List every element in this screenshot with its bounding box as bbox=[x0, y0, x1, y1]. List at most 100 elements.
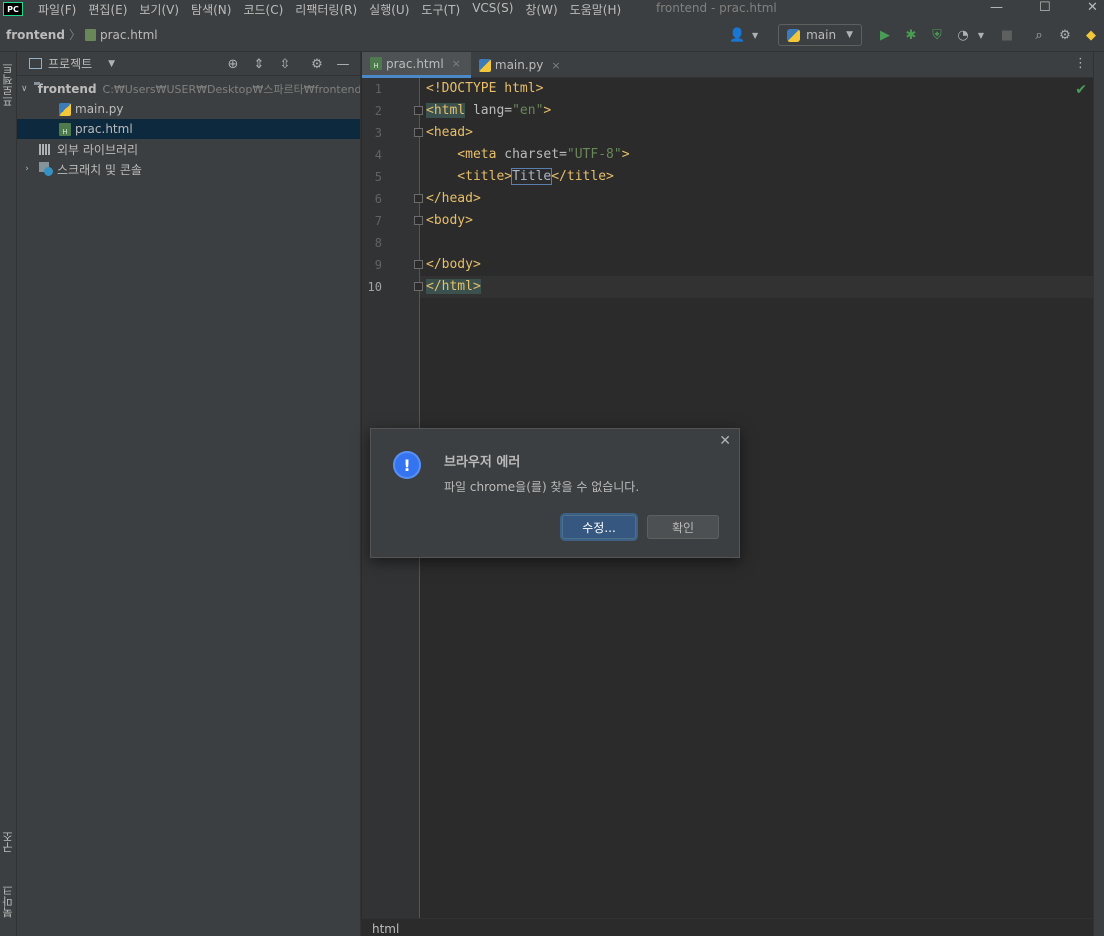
close-tab-icon[interactable]: × bbox=[551, 59, 560, 72]
ok-button[interactable]: 확인 bbox=[647, 515, 719, 539]
maximize-icon[interactable]: ☐ bbox=[1039, 0, 1051, 15]
stop-icon[interactable]: ■ bbox=[998, 26, 1016, 44]
code-token: "UTF-8" bbox=[566, 147, 622, 162]
project-view-icon bbox=[29, 58, 42, 69]
tree-item-label: prac.html bbox=[75, 122, 133, 136]
tree-item-label: 스크래치 및 콘솔 bbox=[57, 162, 142, 177]
expand-all-icon[interactable]: ⇕ bbox=[250, 55, 268, 73]
minimize-icon[interactable]: — bbox=[990, 0, 1003, 15]
tree-item-scratches[interactable]: › 스크래치 및 콘솔 bbox=[17, 159, 360, 179]
line-number: 8 bbox=[374, 236, 382, 250]
fold-marker-icon[interactable] bbox=[414, 128, 423, 137]
vcs-user-icon[interactable]: 👤 bbox=[728, 26, 746, 44]
code-token: <!DOCTYPE html> bbox=[426, 81, 544, 96]
code-token: <title> bbox=[426, 169, 513, 184]
editor-breadcrumb[interactable]: html bbox=[362, 918, 1093, 936]
tree-item-external-libraries[interactable]: 외부 라이브러리 bbox=[17, 139, 360, 159]
app-logo: PC bbox=[3, 2, 23, 16]
fold-marker-icon[interactable] bbox=[414, 282, 423, 291]
fold-marker-icon[interactable] bbox=[414, 106, 423, 115]
plugin-icon[interactable]: ◆ bbox=[1082, 26, 1100, 44]
menu-file[interactable]: 파일(F) bbox=[38, 1, 76, 18]
run-icon[interactable]: ▶ bbox=[876, 26, 894, 44]
code-token: "en" bbox=[512, 103, 544, 118]
menu-tools[interactable]: 도구(T) bbox=[421, 1, 460, 18]
tool-tab-bookmarks[interactable]: 북마크 bbox=[0, 882, 17, 922]
inspection-ok-icon[interactable]: ✔ bbox=[1075, 82, 1087, 98]
tab-label: main.py bbox=[494, 58, 544, 72]
code-line-1: <!DOCTYPE html> bbox=[426, 78, 543, 100]
html-file-icon: H bbox=[370, 57, 382, 70]
coverage-icon[interactable]: ⛨ bbox=[928, 26, 946, 44]
close-window-icon[interactable]: ✕ bbox=[1087, 0, 1098, 15]
more-run-dropdown-icon[interactable]: ▼ bbox=[972, 26, 990, 44]
tree-item-prac-html[interactable]: H prac.html bbox=[17, 119, 360, 139]
menu-code[interactable]: 코드(C) bbox=[243, 1, 283, 18]
breadcrumb-separator-icon: 〉 bbox=[68, 28, 81, 42]
tool-tab-project[interactable]: 프로젝트 bbox=[0, 60, 17, 110]
menu-run[interactable]: 실행(U) bbox=[369, 1, 409, 18]
code-token: <html bbox=[426, 103, 466, 118]
line-number: 1 bbox=[374, 82, 382, 96]
debug-icon[interactable]: ✱ bbox=[902, 26, 920, 44]
library-icon bbox=[39, 143, 53, 155]
menu-refactor[interactable]: 리팩터링(R) bbox=[295, 1, 357, 18]
current-line-highlight bbox=[420, 276, 1093, 298]
code-line-2: <html lang="en"> bbox=[426, 100, 551, 122]
close-tab-icon[interactable]: × bbox=[452, 57, 461, 70]
project-panel-header: 프로젝트 ▼ ⊕ ⇕ ⇳ ⚙ — bbox=[17, 52, 360, 76]
hide-panel-icon[interactable]: — bbox=[334, 55, 352, 73]
code-line-4: <meta charset="UTF-8"> bbox=[426, 144, 629, 166]
menu-edit[interactable]: 편집(E) bbox=[88, 1, 127, 18]
run-config-select[interactable]: main ▼ bbox=[778, 24, 862, 46]
code-token: lang= bbox=[465, 103, 513, 118]
settings-gear-icon[interactable]: ⚙ bbox=[1056, 26, 1074, 44]
tree-root-row[interactable]: ∨ frontend C:₩Users₩USER₩Desktop₩스파르타₩fr… bbox=[17, 79, 360, 99]
code-token: </html> bbox=[426, 279, 481, 294]
menu-view[interactable]: 보기(V) bbox=[139, 1, 179, 18]
fold-marker-icon[interactable] bbox=[414, 194, 423, 203]
tabs-menu-icon[interactable]: ⋮ bbox=[1074, 56, 1087, 71]
toolbar-right: 👤 ▼ main ▼ ▶ ✱ ⛨ ◔ ▼ ■ ⌕ ⚙ ◆ bbox=[724, 18, 1104, 52]
tab-main-py[interactable]: main.py × bbox=[471, 52, 571, 78]
line-number: 6 bbox=[374, 192, 382, 206]
menu-help[interactable]: 도움말(H) bbox=[570, 1, 622, 18]
code-line-7: <body> bbox=[426, 210, 473, 232]
locate-file-icon[interactable]: ⊕ bbox=[224, 55, 242, 73]
project-panel-title[interactable]: 프로젝트 bbox=[48, 55, 92, 72]
code-token: <body> bbox=[426, 213, 473, 228]
code-line-6: </head> bbox=[426, 188, 481, 210]
tool-tab-structure[interactable]: 구조 bbox=[0, 822, 17, 862]
code-token: > bbox=[543, 103, 552, 118]
line-number: 4 bbox=[374, 148, 382, 162]
project-panel: 프로젝트 ▼ ⊕ ⇕ ⇳ ⚙ — ∨ frontend C:₩Users₩USE… bbox=[17, 52, 361, 936]
code-token: charset= bbox=[496, 147, 567, 162]
code-token: <head> bbox=[426, 125, 473, 140]
menu-vcs[interactable]: VCS(S) bbox=[472, 1, 513, 18]
expand-arrow-icon[interactable]: ∨ bbox=[21, 84, 28, 94]
python-icon bbox=[787, 28, 801, 42]
menu-bar: PC 파일(F) 편집(E) 보기(V) 탐색(N) 코드(C) 리팩터링(R)… bbox=[0, 0, 1104, 18]
code-line-5: <title>Title</title> bbox=[426, 166, 614, 188]
user-dropdown-icon[interactable]: ▼ bbox=[746, 26, 764, 44]
code-token: </body> bbox=[426, 257, 481, 272]
search-icon[interactable]: ⌕ bbox=[1030, 26, 1048, 44]
fix-button[interactable]: 수정... bbox=[562, 515, 636, 539]
collapse-all-icon[interactable]: ⇳ bbox=[276, 55, 294, 73]
tree-item-main-py[interactable]: main.py bbox=[17, 99, 360, 119]
breadcrumb-file[interactable]: prac.html bbox=[84, 27, 158, 42]
tab-prac-html[interactable]: H prac.html × bbox=[362, 52, 471, 78]
view-dropdown-icon[interactable]: ▼ bbox=[108, 59, 115, 69]
panel-settings-icon[interactable]: ⚙ bbox=[308, 55, 326, 73]
profile-icon[interactable]: ◔ bbox=[954, 26, 972, 44]
close-dialog-icon[interactable]: ✕ bbox=[719, 433, 731, 449]
fold-marker-icon[interactable] bbox=[414, 260, 423, 269]
fold-marker-icon[interactable] bbox=[414, 216, 423, 225]
line-number: 9 bbox=[374, 258, 382, 272]
breadcrumb-project[interactable]: frontend bbox=[6, 28, 65, 42]
menu-navigate[interactable]: 탐색(N) bbox=[191, 1, 231, 18]
run-config-label: main bbox=[806, 28, 837, 42]
collapse-arrow-icon[interactable]: › bbox=[21, 164, 33, 174]
menu-window[interactable]: 창(W) bbox=[525, 1, 557, 18]
code-token: Title bbox=[511, 168, 553, 185]
